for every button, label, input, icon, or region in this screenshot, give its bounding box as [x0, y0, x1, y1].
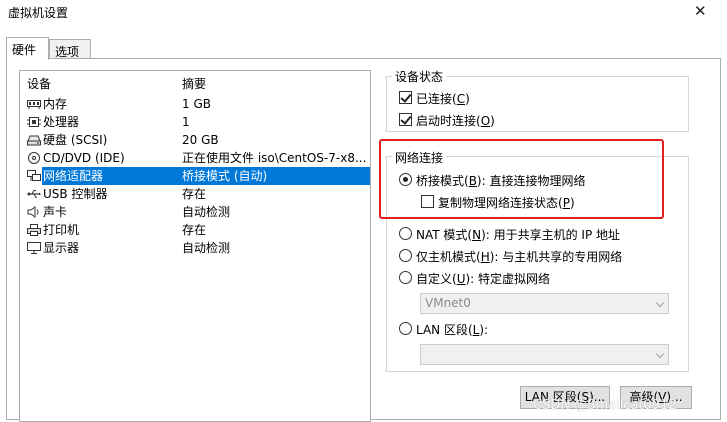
custom-network-select[interactable]: VMnet0: [420, 293, 669, 314]
title-bar: 虚拟机设置 ✕: [0, 0, 727, 30]
lan-segment-radio[interactable]: [399, 322, 412, 335]
device-row-network-adapter[interactable]: 网络适配器 桥接模式 (自动): [20, 167, 370, 185]
watermark: CSDN @Smallcat0912: [533, 398, 677, 413]
host-only-radio[interactable]: [399, 249, 412, 262]
connected-label[interactable]: 已连接(C): [416, 90, 470, 107]
device-list-header: 设备 摘要: [20, 75, 370, 93]
custom-label[interactable]: 自定义(U): 特定虚拟网络: [416, 270, 550, 287]
monitor-icon: [27, 242, 41, 254]
device-name: 硬盘 (SCSI): [43, 133, 108, 147]
close-icon[interactable]: ✕: [694, 2, 707, 20]
device-name: USB 控制器: [43, 187, 108, 201]
summary-column-header[interactable]: 摘要: [182, 75, 206, 92]
lan-segment-select[interactable]: [420, 344, 669, 365]
device-summary: 自动检测: [182, 241, 231, 255]
device-name: 网络适配器: [43, 169, 104, 183]
connect-at-power-on-checkbox[interactable]: [399, 113, 412, 126]
custom-radio[interactable]: [399, 271, 412, 284]
device-name: CD/DVD (IDE): [43, 151, 125, 165]
device-row-memory[interactable]: 内存 1 GB: [20, 95, 370, 113]
chevron-down-icon: [655, 349, 665, 359]
host-only-label[interactable]: 仅主机模式(H): 与主机共享的专用网络: [416, 248, 622, 265]
device-row-sound-card[interactable]: 声卡 自动检测: [20, 203, 370, 221]
tab-hardware[interactable]: 硬件: [6, 37, 49, 60]
lan-segment-label[interactable]: LAN 区段(L):: [416, 321, 488, 338]
device-summary: 1 GB: [182, 97, 211, 111]
highlight-box: [379, 139, 664, 219]
memory-icon: [27, 100, 41, 109]
device-summary: 20 GB: [182, 133, 219, 147]
network-adapter-icon: [27, 170, 41, 181]
device-name: 打印机: [43, 223, 80, 237]
hard-disk-icon: [27, 135, 41, 146]
device-name: 声卡: [43, 205, 68, 219]
device-summary: 存在: [182, 223, 207, 237]
device-summary: 自动检测: [182, 205, 231, 219]
connected-checkbox[interactable]: [399, 91, 412, 104]
processor-icon: [27, 117, 41, 127]
device-row-display[interactable]: 显示器 自动检测: [20, 239, 370, 257]
chevron-down-icon: [655, 298, 665, 308]
speaker-icon: [27, 206, 39, 218]
device-summary: 桥接模式 (自动): [182, 169, 268, 183]
device-row-printer[interactable]: 打印机 存在: [20, 221, 370, 239]
device-row-cd-dvd[interactable]: CD/DVD (IDE) 正在使用文件 iso\CentOS-7-x8...: [20, 149, 370, 167]
device-name: 显示器: [43, 241, 80, 255]
connect-at-power-on-label[interactable]: 启动时连接(O): [416, 112, 495, 129]
device-row-hard-disk[interactable]: 硬盘 (SCSI) 20 GB: [20, 131, 370, 149]
device-list[interactable]: 设备 摘要 内存 1 GB 处理器 1 硬盘 (SCSI) 20 GB CD/D…: [19, 70, 371, 422]
device-name: 处理器: [43, 115, 80, 129]
usb-icon: [27, 190, 41, 198]
device-status-title: 设备状态: [392, 68, 447, 85]
device-summary: 1: [182, 115, 190, 129]
device-row-processor[interactable]: 处理器 1: [20, 113, 370, 131]
device-row-usb[interactable]: USB 控制器 存在: [20, 185, 370, 203]
device-name: 内存: [43, 97, 68, 111]
window-title: 虚拟机设置: [8, 6, 69, 20]
nat-radio[interactable]: [399, 227, 412, 240]
device-summary: 正在使用文件 iso\CentOS-7-x8...: [182, 151, 367, 165]
printer-icon: [27, 224, 41, 236]
tab-options[interactable]: 选项: [49, 39, 91, 59]
nat-label[interactable]: NAT 模式(N): 用于共享主机的 IP 地址: [416, 226, 620, 243]
device-summary: 存在: [182, 187, 207, 201]
cd-dvd-icon: [28, 152, 40, 164]
device-column-header[interactable]: 设备: [27, 75, 51, 92]
custom-network-value: VMnet0: [425, 296, 471, 310]
